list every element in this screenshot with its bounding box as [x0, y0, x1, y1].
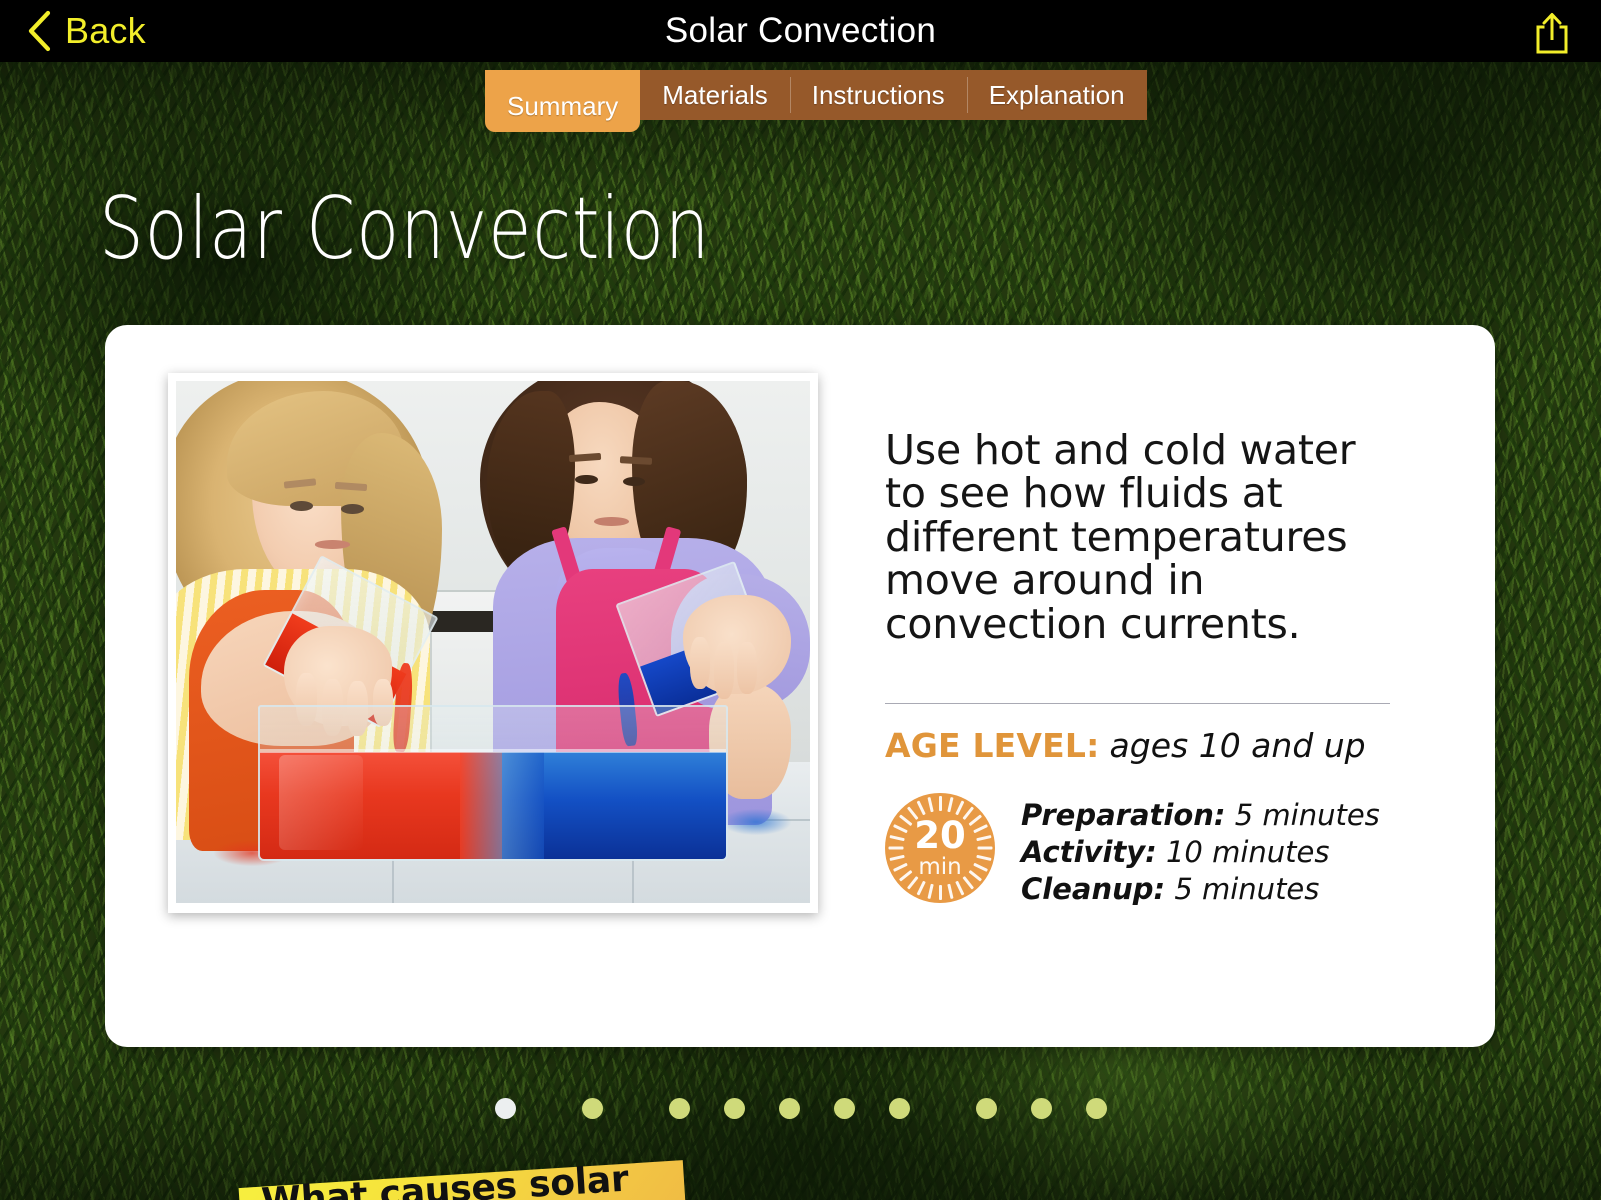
page-dot[interactable]: [778, 1098, 800, 1119]
time-item-value: 5 minutes: [1165, 872, 1320, 907]
page-dot[interactable]: [888, 1098, 910, 1119]
tab-instructions[interactable]: Instructions: [789, 70, 967, 120]
page-dot[interactable]: [975, 1098, 997, 1119]
chevron-left-icon: [28, 10, 51, 52]
page-dot[interactable]: [723, 1098, 745, 1119]
activity-details: Use hot and cold water to see how fluids…: [885, 426, 1405, 909]
timer-unit: min: [918, 854, 962, 881]
activity-photo: [176, 381, 810, 903]
activity-card: Use hot and cold water to see how fluids…: [105, 325, 1495, 1200]
page-dot[interactable]: [668, 1098, 690, 1119]
navbar-title: Solar Convection: [664, 11, 937, 50]
back-button[interactable]: Back: [18, 0, 154, 62]
time-breakdown-list: Preparation: 5 minutes Activity: 10 minut…: [1021, 793, 1380, 908]
time-item-label: Activity:: [1021, 835, 1157, 870]
time-item: Preparation: 5 minutes: [1021, 797, 1380, 834]
tab-explanation[interactable]: Explanation: [966, 70, 1147, 120]
age-level-value: ages 10 and up: [1109, 726, 1366, 766]
tab-summary-label: Summary: [507, 91, 619, 121]
activity-description: Use hot and cold water to see how fluids…: [885, 426, 1356, 648]
timer-tick: [938, 796, 942, 812]
age-level-row: AGE LEVEL: ages 10 and up: [885, 726, 1405, 765]
timer-badge: 20 min: [885, 793, 995, 904]
timer-tick: [938, 885, 942, 901]
tab-materials-label: Materials: [662, 79, 768, 110]
timer-value: 20: [914, 814, 966, 858]
time-item-label: Preparation:: [1021, 798, 1226, 833]
activity-photo-frame: [168, 373, 818, 913]
time-item-value: 10 minutes: [1156, 835, 1330, 870]
share-button[interactable]: [1525, 9, 1579, 57]
page-indicator: [0, 1098, 1601, 1119]
tab-summary[interactable]: Summary: [485, 70, 641, 132]
page-dot[interactable]: [833, 1098, 855, 1119]
page-dot[interactable]: [581, 1098, 603, 1119]
tab-explanation-label: Explanation: [988, 79, 1125, 110]
page-title: Solar Convection: [99, 179, 711, 279]
age-level-label: AGE LEVEL:: [885, 726, 1100, 766]
time-item-label: Cleanup:: [1021, 872, 1166, 907]
time-item: Activity: 10 minutes: [1021, 834, 1380, 871]
time-item: Cleanup: 5 minutes: [1021, 871, 1380, 908]
time-item-value: 5 minutes: [1225, 798, 1380, 833]
tab-bar: Summary Materials Instructions Explanati…: [485, 70, 1147, 132]
share-icon: [1536, 13, 1568, 54]
tab-materials[interactable]: Materials: [640, 70, 790, 120]
back-button-label: Back: [65, 10, 146, 51]
navigation-bar: Back Solar Convection: [0, 0, 1601, 62]
details-divider: [885, 703, 1390, 705]
page-dot[interactable]: [1030, 1098, 1052, 1119]
time-row: 20 min Preparation: 5 minutes Activity: 1…: [885, 793, 1405, 908]
tab-instructions-label: Instructions: [811, 79, 945, 110]
page-dot[interactable]: [1085, 1098, 1107, 1119]
page-dot[interactable]: [494, 1098, 516, 1119]
